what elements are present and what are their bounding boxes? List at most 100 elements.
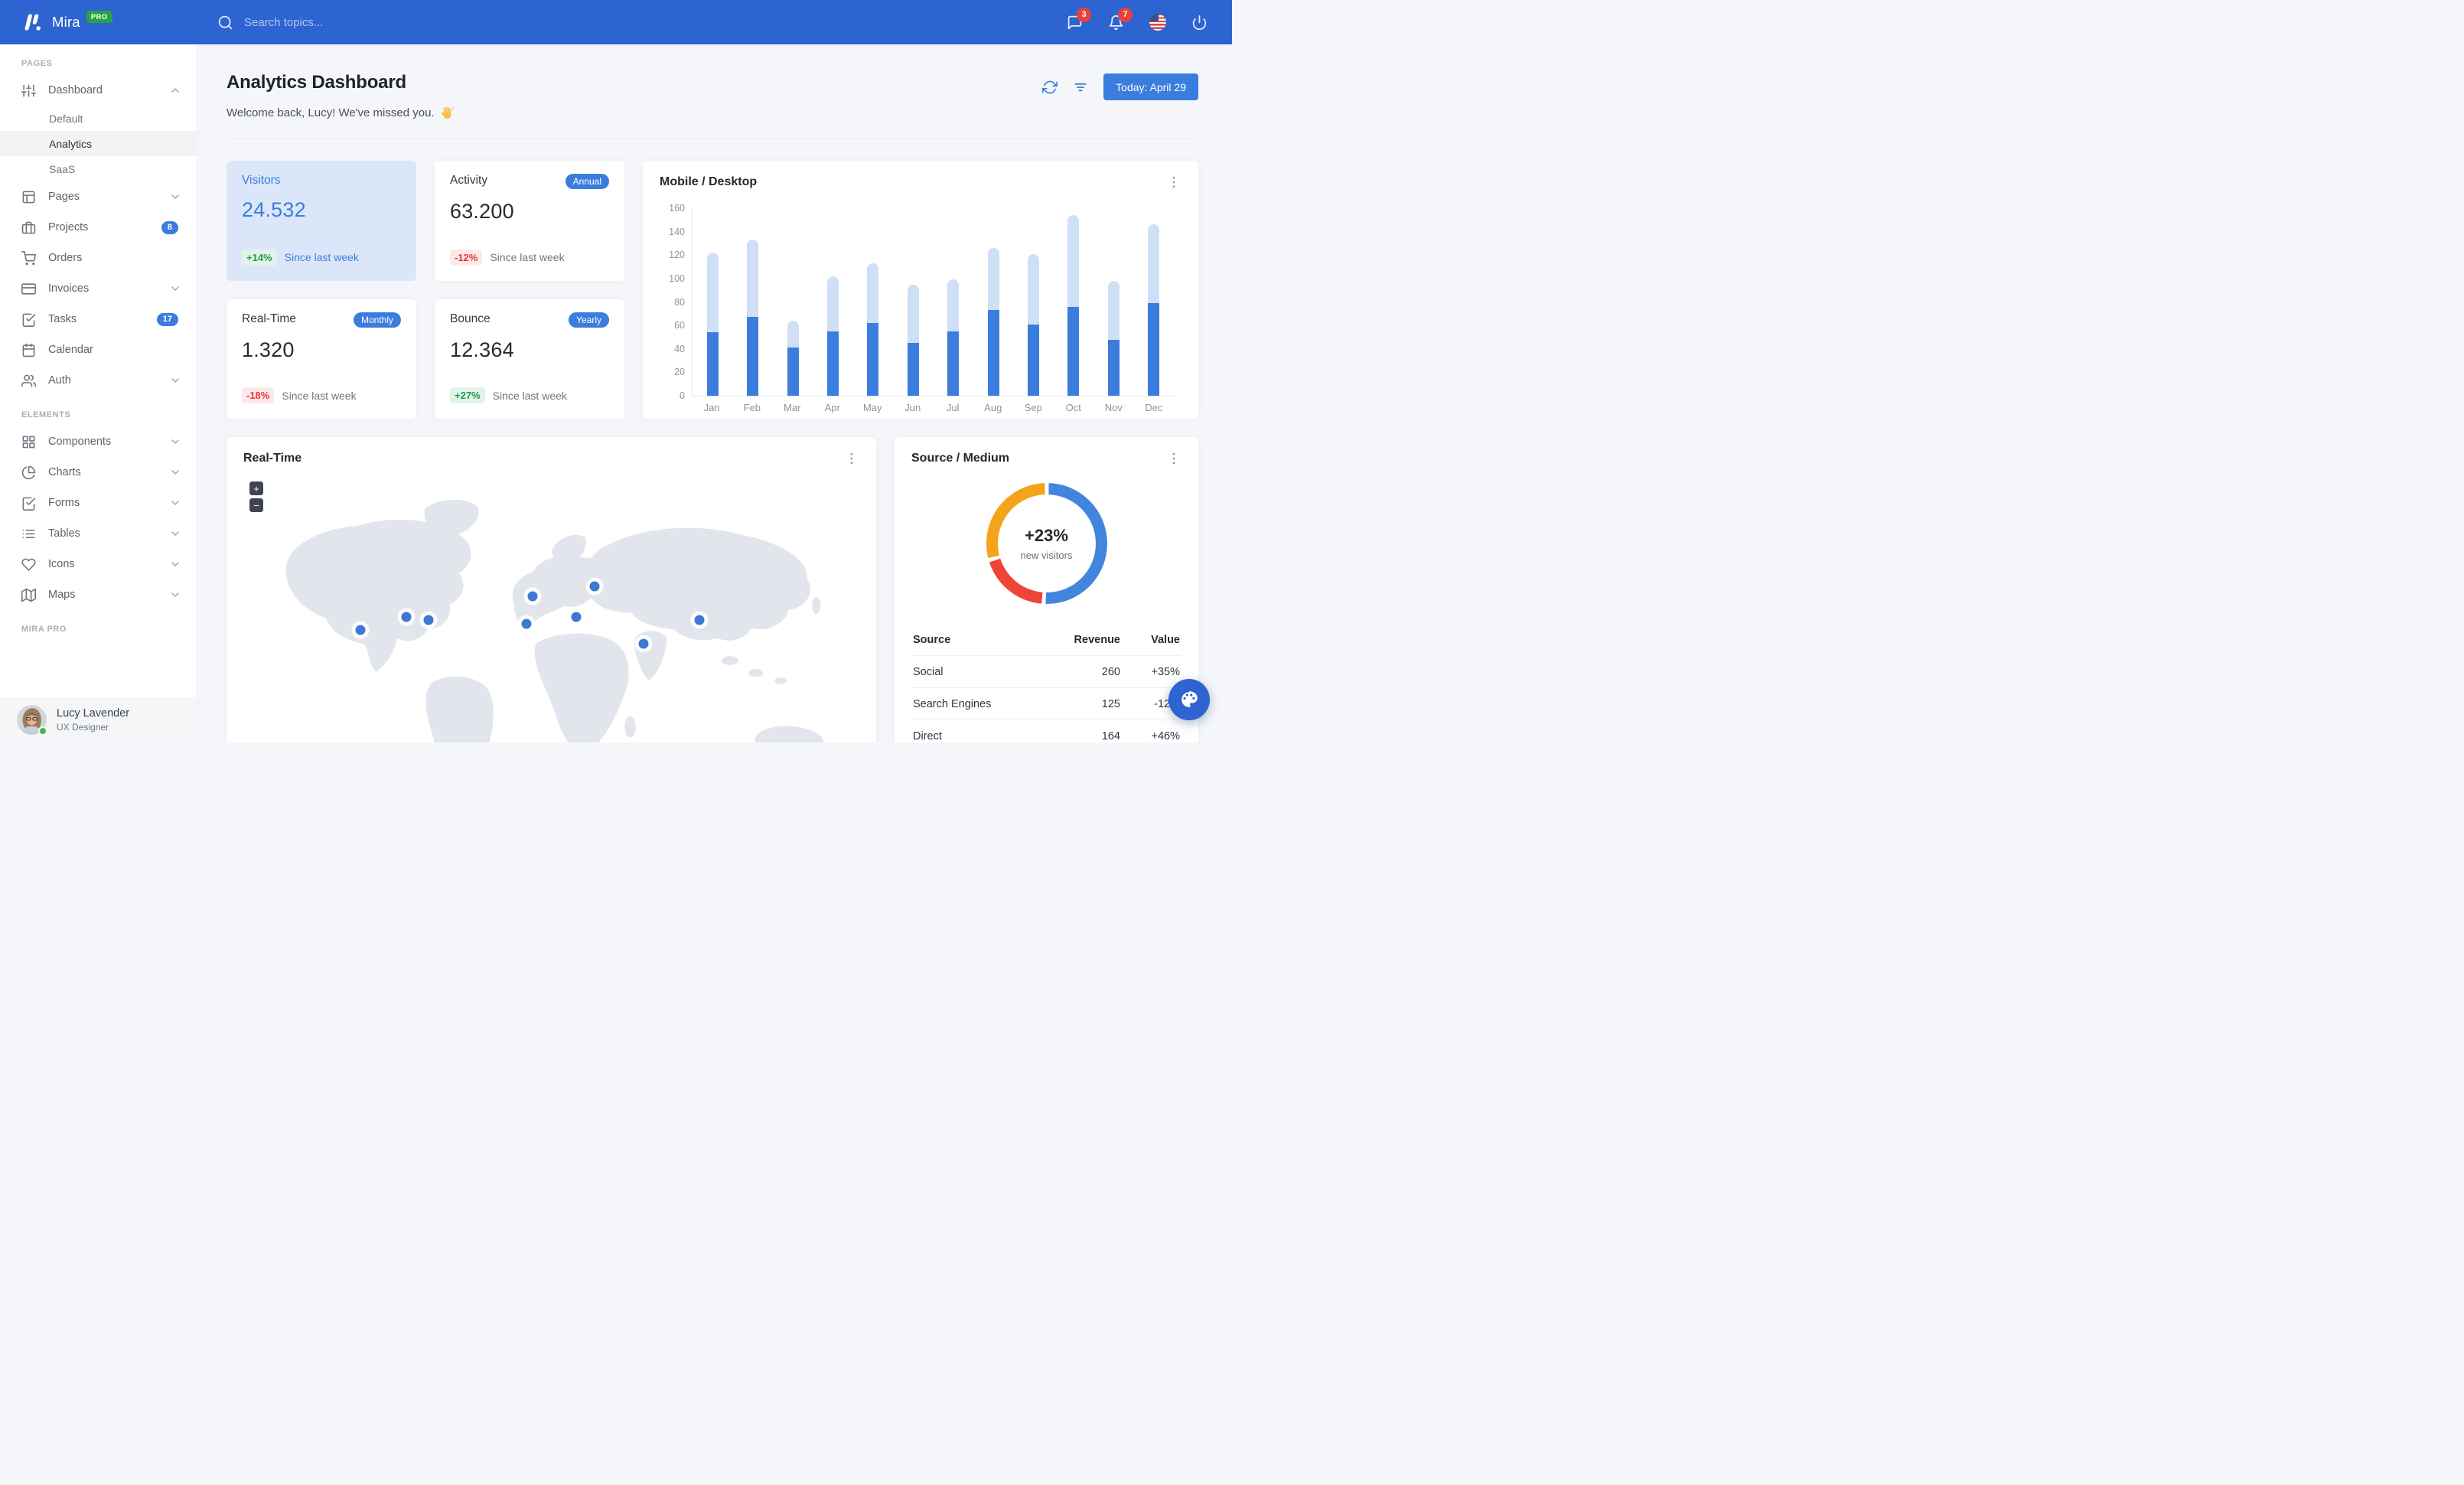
sidebar-item-charts[interactable]: Charts bbox=[0, 457, 197, 488]
navbar-search bbox=[217, 15, 458, 31]
map-marker-4[interactable] bbox=[527, 591, 538, 602]
table-header-revenue: Revenue bbox=[1074, 633, 1120, 646]
sidebar-item-pages[interactable]: Pages bbox=[0, 181, 197, 212]
sidebar-item-components[interactable]: Components bbox=[0, 426, 197, 457]
map-icon bbox=[21, 588, 36, 602]
table-row-search-engines: Search Engines 125 -12% bbox=[911, 688, 1181, 720]
header-actions: Today: April 29 bbox=[1042, 73, 1198, 100]
sidebar-item-tasks[interactable]: Tasks 17 bbox=[0, 304, 197, 335]
chevron-down-icon bbox=[171, 470, 179, 475]
chevron-down-icon bbox=[171, 562, 179, 566]
sidebar-item-orders[interactable]: Orders bbox=[0, 243, 197, 273]
stat-value: 63.200 bbox=[450, 200, 514, 223]
heart-icon bbox=[21, 558, 36, 571]
sidebar-item-invoices[interactable]: Invoices bbox=[0, 273, 197, 304]
power-icon bbox=[1192, 15, 1207, 30]
sidebar-item-dashboard[interactable]: Dashboard bbox=[0, 75, 197, 106]
map-marker-9[interactable] bbox=[694, 615, 705, 625]
sidebar-item-calendar[interactable]: Calendar bbox=[0, 335, 197, 365]
navbar-actions: 3 7 bbox=[1067, 7, 1232, 31]
realtime-map-card: Real-Time + − bbox=[227, 437, 876, 742]
donut-center-value: +23% bbox=[1025, 526, 1068, 545]
y-axis-tick: 80 bbox=[674, 296, 685, 308]
table-header-value: Value bbox=[1151, 633, 1180, 646]
map-marker-8[interactable] bbox=[638, 638, 649, 649]
sidebar-item-label: Maps bbox=[48, 589, 76, 601]
x-axis-label: May bbox=[862, 402, 882, 413]
sidebar-item-forms[interactable]: Forms bbox=[0, 488, 197, 518]
bar-jan bbox=[706, 208, 719, 396]
map-marker-2[interactable] bbox=[401, 612, 412, 622]
sidebar-subitem-analytics[interactable]: Analytics bbox=[0, 131, 197, 156]
sidebar-item-maps[interactable]: Maps bbox=[0, 579, 197, 610]
notifications-button[interactable]: 7 bbox=[1108, 7, 1133, 31]
bar-segment-desktop bbox=[747, 240, 759, 318]
bar-chart-bars bbox=[693, 208, 1174, 396]
sign-out-button[interactable] bbox=[1191, 15, 1208, 31]
y-axis-tick: 160 bbox=[669, 203, 685, 214]
language-flag-button[interactable] bbox=[1149, 14, 1166, 31]
bar-mar bbox=[787, 208, 799, 396]
stat-note: Since last week bbox=[284, 251, 359, 263]
search-input[interactable] bbox=[244, 15, 458, 29]
date-range-button[interactable]: Today: April 29 bbox=[1103, 73, 1198, 100]
bar-segment-mobile bbox=[987, 310, 999, 396]
bar-segment-desktop bbox=[826, 276, 839, 331]
main-content: Analytics Dashboard Welcome back, Lucy! … bbox=[197, 44, 1232, 742]
calendar-icon bbox=[22, 343, 35, 357]
sidebar-item-label: Forms bbox=[48, 497, 80, 509]
sidebar-item-projects[interactable]: Projects 8 bbox=[0, 212, 197, 243]
map-zoom-in-button[interactable]: + bbox=[249, 481, 263, 495]
sidebar-subitem-saas[interactable]: SaaS bbox=[0, 156, 197, 181]
map-zoom-out-button[interactable]: − bbox=[249, 498, 263, 512]
table-cell-value: +35% bbox=[1151, 665, 1181, 678]
more-vertical-icon[interactable] bbox=[1166, 451, 1181, 466]
bar-segment-desktop bbox=[787, 321, 799, 348]
sidebar-item-label: Pages bbox=[48, 191, 80, 203]
stat-period-badge[interactable]: Yearly bbox=[569, 312, 609, 328]
stat-card-visitors: Visitors 24.532 +14% Since last week bbox=[227, 161, 416, 281]
check-square-icon bbox=[22, 497, 36, 511]
sidebar-item-label: Components bbox=[48, 436, 112, 448]
sidebar-item-tables[interactable]: Tables bbox=[0, 518, 197, 549]
bar-dec bbox=[1148, 208, 1160, 396]
bar-segment-desktop bbox=[1148, 224, 1160, 304]
bar-sep bbox=[1027, 208, 1039, 396]
table-header-row: Source Revenue Value bbox=[911, 624, 1181, 656]
bar-segment-mobile bbox=[787, 348, 799, 396]
map-marker-7[interactable] bbox=[589, 581, 600, 592]
map-marker-6[interactable] bbox=[571, 612, 582, 622]
sidebar-item-icons[interactable]: Icons bbox=[0, 549, 197, 579]
more-vertical-icon[interactable] bbox=[844, 451, 859, 466]
pie-chart-icon bbox=[21, 465, 36, 479]
map-card-title: Real-Time bbox=[243, 452, 302, 465]
chevron-down-icon bbox=[171, 531, 179, 536]
world-map-svg bbox=[285, 499, 824, 742]
stat-delta-badge: -18% bbox=[242, 387, 275, 403]
brand[interactable]: Mira PRO bbox=[0, 11, 197, 32]
stat-period-badge[interactable]: Monthly bbox=[353, 312, 401, 328]
stat-period-badge[interactable]: Annual bbox=[565, 174, 609, 189]
sidebar-item-label: Charts bbox=[48, 466, 81, 478]
map-marker-1[interactable] bbox=[355, 625, 366, 635]
table-header-source: Source bbox=[913, 633, 951, 646]
map-marker-5[interactable] bbox=[521, 618, 532, 629]
sidebar-user[interactable]: Lucy Lavender UX Designer bbox=[0, 697, 197, 742]
messages-button[interactable]: 3 bbox=[1067, 7, 1091, 31]
grid-icon bbox=[22, 436, 35, 448]
sidebar-subitem-default[interactable]: Default bbox=[0, 106, 197, 131]
x-axis-label: Sep bbox=[1024, 402, 1042, 413]
table-row-social: Social 260 +35% bbox=[911, 656, 1181, 688]
map-marker-3[interactable] bbox=[423, 615, 433, 625]
refresh-icon[interactable] bbox=[1042, 80, 1058, 95]
sidebar-item-auth[interactable]: Auth bbox=[0, 365, 197, 396]
top-navbar: Mira PRO 3 7 bbox=[0, 0, 1232, 44]
x-axis-label: Oct bbox=[1065, 402, 1081, 413]
more-vertical-icon[interactable] bbox=[1166, 175, 1181, 190]
theme-settings-fab[interactable] bbox=[1168, 679, 1210, 720]
donut-chart: +23% new visitors bbox=[986, 483, 1107, 604]
bar-segment-mobile bbox=[1148, 303, 1160, 396]
stat-card-real-time: Real-Time Monthly 1.320 -18% Since last … bbox=[227, 299, 416, 419]
bar-jul bbox=[947, 208, 960, 396]
filter-icon[interactable] bbox=[1073, 80, 1088, 95]
